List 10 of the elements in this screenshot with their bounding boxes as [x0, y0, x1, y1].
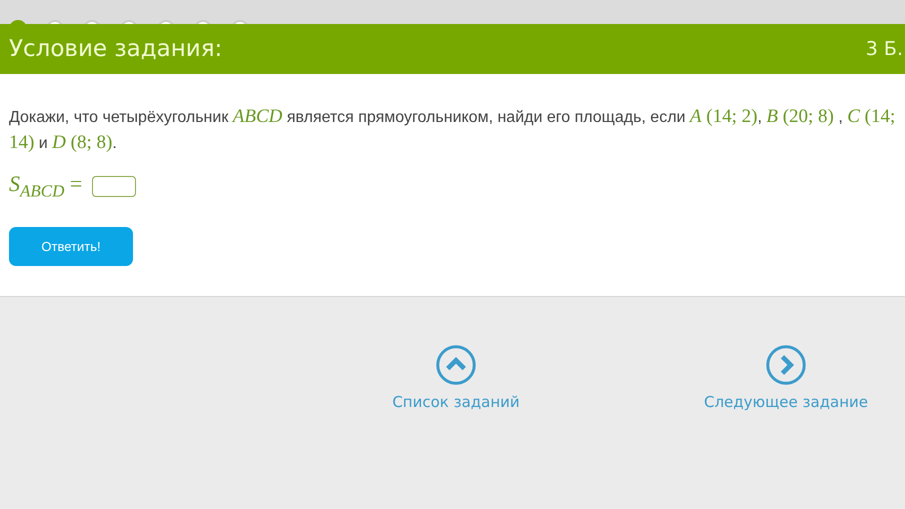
chevron-up-icon[interactable] [436, 345, 476, 386]
answer-field[interactable] [92, 176, 136, 197]
nav-link[interactable]: Следующее задание [704, 393, 868, 412]
problem-text: Докажи, что четырёхугольник ABCD является прямоугольником, найди его площадь, если A (14; 2), B (20; 8) , C (14; 14) и D (8; 8). [9, 105, 896, 155]
score-label: 3 Б. [866, 38, 903, 60]
section-title: Условие задания: [9, 36, 222, 62]
nav-link[interactable]: Список заданий [392, 393, 520, 412]
chevron-right-icon[interactable] [766, 345, 806, 386]
submit-button[interactable]: Ответить! [9, 227, 133, 266]
area-formula: S$_{ABCD}$ = [9, 171, 82, 202]
